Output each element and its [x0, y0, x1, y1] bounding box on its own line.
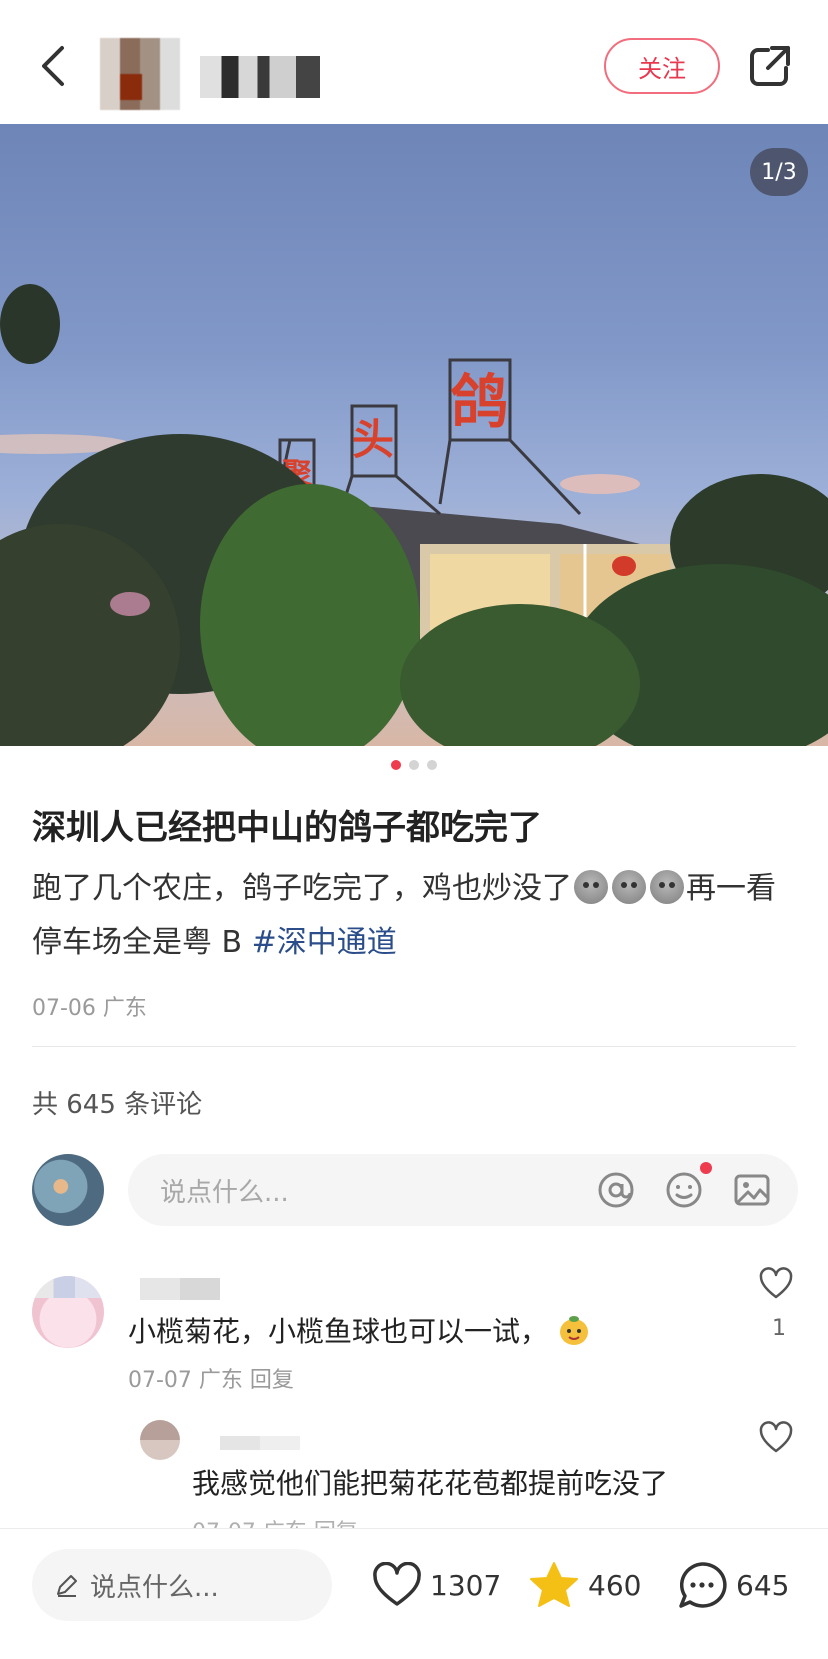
- post-meta: 07-06 广东: [32, 996, 147, 1021]
- photo-scene: 聚 头 鸽: [0, 284, 828, 746]
- notification-dot: [700, 1162, 712, 1174]
- commenter-name-redacted[interactable]: [140, 1278, 220, 1300]
- comment-like-count: 1: [772, 1316, 786, 1341]
- author-avatar[interactable]: [100, 38, 180, 110]
- heart-icon[interactable]: [758, 1420, 794, 1456]
- photo-page-indicator: 1/3: [750, 148, 808, 196]
- follow-button[interactable]: 关注: [604, 38, 720, 94]
- image-icon[interactable]: [732, 1170, 772, 1210]
- post-body-text-1: 跑了几个农庄，鸽子吃完了，鸡也炒没了: [32, 871, 572, 906]
- sign-char-1: 鸽: [450, 368, 508, 436]
- replier-avatar[interactable]: [140, 1420, 180, 1460]
- top-header: 关注: [0, 0, 828, 124]
- heart-icon[interactable]: [758, 1266, 794, 1302]
- bottom-action-bar: 说点什么... 1307 460 645: [0, 1528, 828, 1659]
- commenter-avatar[interactable]: [32, 1276, 104, 1348]
- share-icon[interactable]: [746, 42, 794, 90]
- carousel-dots: [0, 760, 828, 776]
- carousel-dot[interactable]: [409, 760, 419, 770]
- emoji-icon: [650, 870, 684, 904]
- star-icon: [530, 1562, 578, 1607]
- comment-count-bottom: 645: [736, 1568, 790, 1602]
- comment-count: 共 645 条评论: [32, 1090, 203, 1120]
- replier-name-redacted[interactable]: [220, 1436, 300, 1450]
- comment-input-placeholder: 说点什么...: [160, 1177, 289, 1208]
- reply-text: 我感觉他们能把菊花花苞都提前吃没了: [192, 1467, 669, 1500]
- post-title: 深圳人已经把中山的鸽子都吃完了: [32, 808, 542, 848]
- at-mention-icon[interactable]: [596, 1170, 636, 1210]
- post-photo[interactable]: 聚 头 鸽 1/3: [0, 124, 828, 746]
- emoji-icon: [612, 870, 646, 904]
- heart-icon: [373, 1562, 421, 1606]
- author-name-redacted[interactable]: [200, 56, 320, 98]
- favorite-count: 460: [588, 1568, 642, 1602]
- bottom-comment-input[interactable]: 说点什么...: [32, 1549, 332, 1621]
- comment-meta[interactable]: 07-07 广东 回复: [128, 1362, 294, 1394]
- comment-bubble-icon: [679, 1562, 727, 1608]
- hashtag-link[interactable]: #深中通道: [252, 925, 397, 960]
- carousel-dot[interactable]: [427, 760, 437, 770]
- like-button[interactable]: 1307: [372, 1553, 501, 1617]
- carousel-dot[interactable]: [391, 760, 401, 770]
- post-body: 跑了几个农庄，鸽子吃完了，鸡也炒没了 再一看停车场全是粤 B #深中通道: [32, 862, 792, 970]
- like-count: 1307: [430, 1568, 502, 1602]
- bottom-input-placeholder: 说点什么...: [90, 1572, 219, 1603]
- back-button[interactable]: [30, 38, 74, 94]
- emoji-picker-icon[interactable]: [664, 1170, 704, 1210]
- comment-text-content: 小榄菊花，小榄鱼球也可以一试，: [128, 1315, 549, 1348]
- chevron-left-icon: [42, 46, 64, 86]
- comment-button[interactable]: 645: [676, 1553, 789, 1617]
- emoji-icon: [574, 870, 608, 904]
- comment-text: 小榄菊花，小榄鱼球也可以一试，: [128, 1310, 591, 1350]
- mango-sticker-icon: [559, 1316, 588, 1345]
- my-avatar: [32, 1154, 104, 1226]
- favorite-button[interactable]: 460: [528, 1553, 641, 1617]
- pencil-icon: [57, 1575, 77, 1597]
- divider: [32, 1046, 796, 1047]
- sign-char-2: 头: [352, 415, 394, 464]
